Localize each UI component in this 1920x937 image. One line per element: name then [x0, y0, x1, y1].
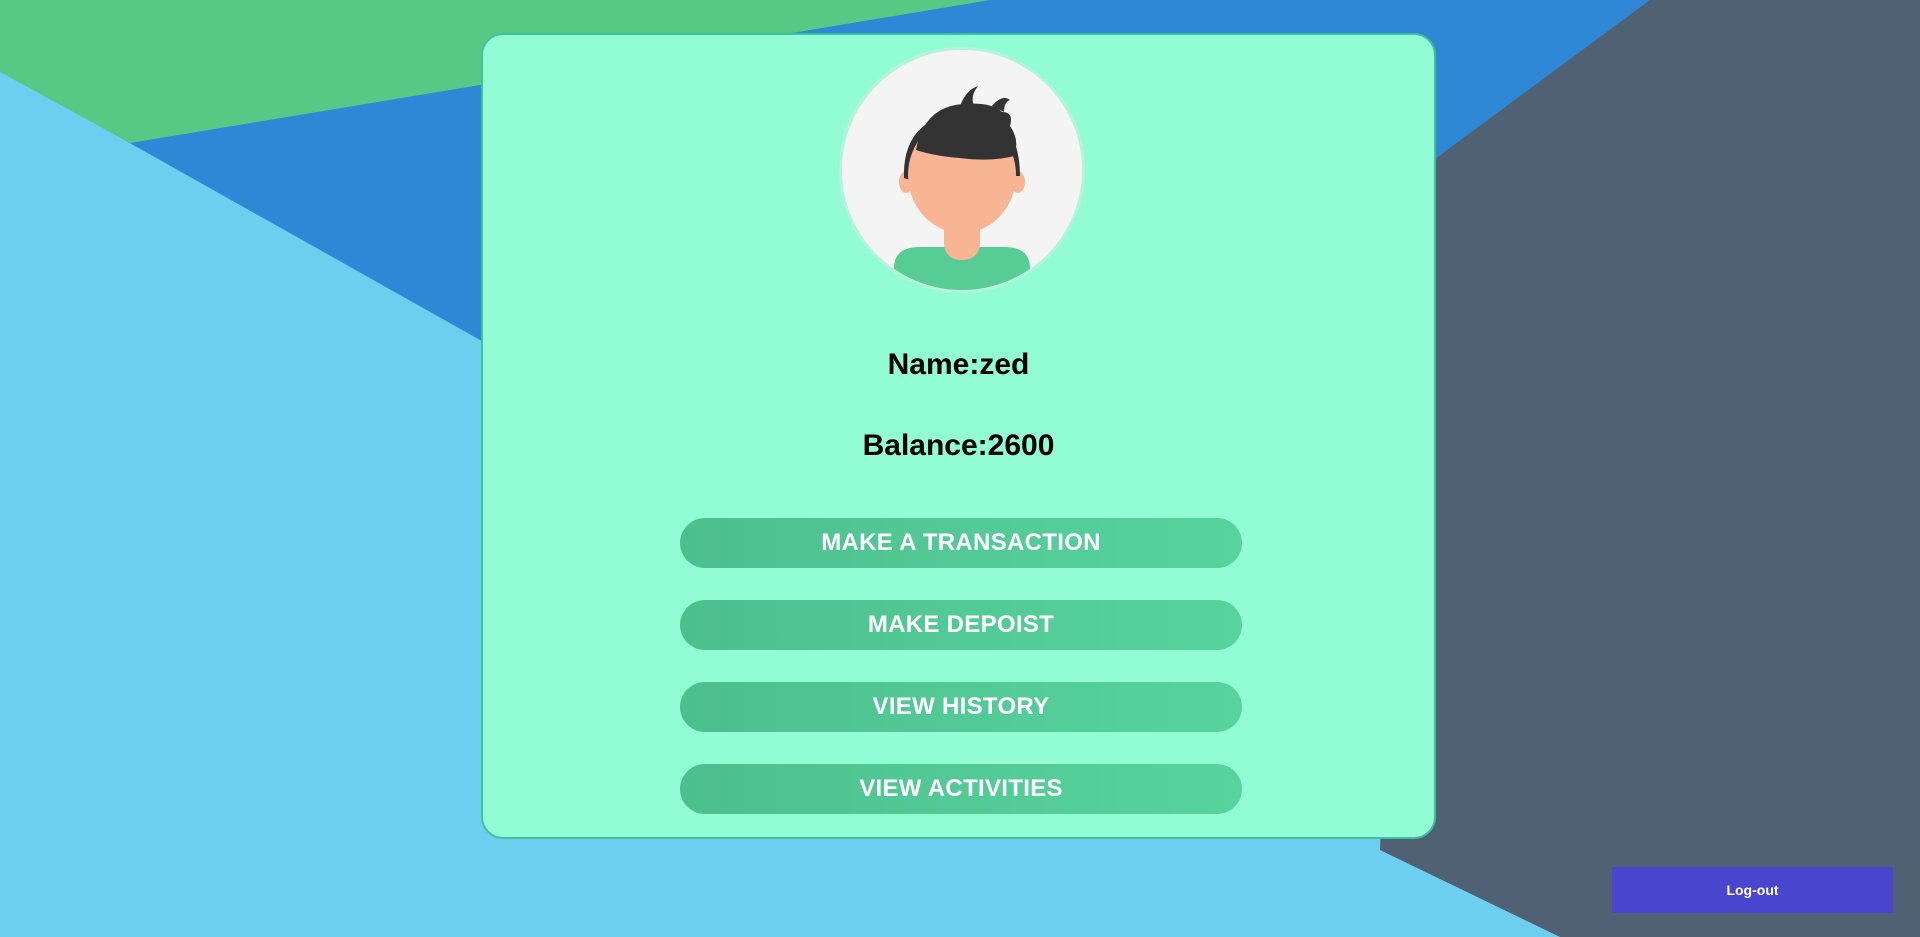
logout-button[interactable]: Log-out	[1612, 867, 1893, 913]
user-name-label: Name:zed	[887, 348, 1030, 381]
user-avatar-icon	[839, 47, 1085, 293]
make-transaction-button[interactable]: MAKE A TRANSACTION	[680, 518, 1242, 568]
view-history-button[interactable]: VIEW HISTORY	[680, 682, 1242, 732]
profile-card: Name:zed Balance:2600 MAKE A TRANSACTION…	[481, 33, 1436, 839]
make-deposit-button[interactable]: MAKE DEPOIST	[680, 600, 1242, 650]
view-activities-button[interactable]: VIEW ACTIVITIES	[680, 764, 1242, 814]
balance-label: Balance:2600	[862, 429, 1055, 462]
